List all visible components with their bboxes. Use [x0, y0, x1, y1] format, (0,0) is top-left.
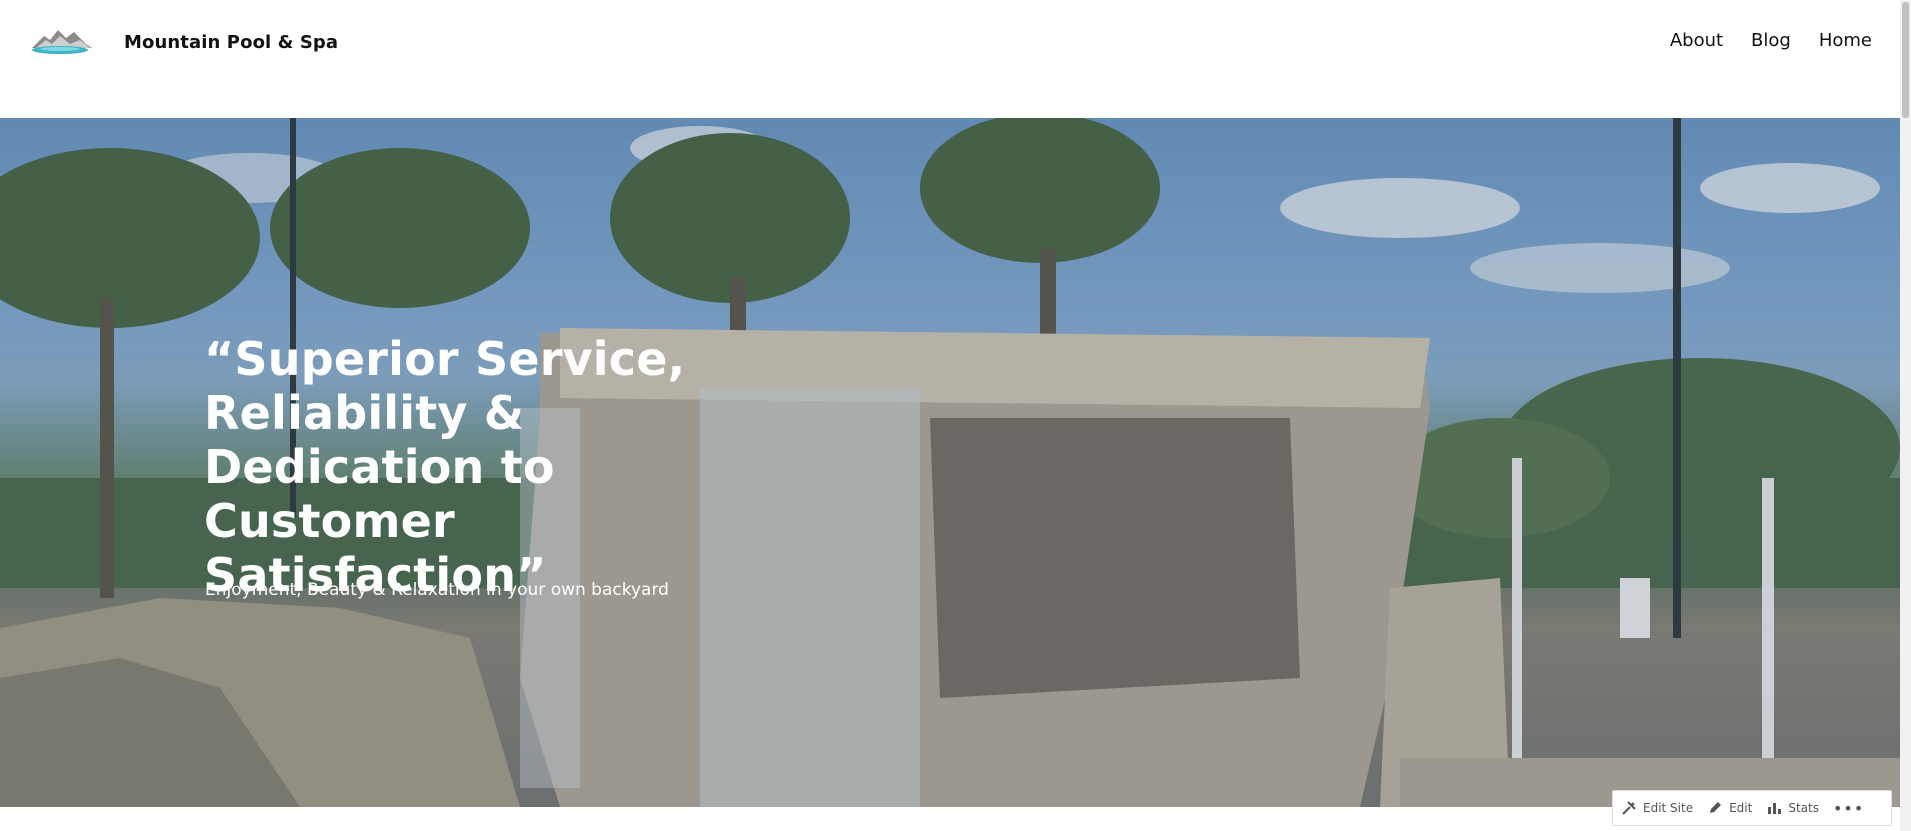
stats-icon — [1768, 803, 1782, 814]
admin-toolbar: Edit Site Edit Stats ••• — [1612, 790, 1892, 826]
hero-subheading: Enjoyment, Beauty & Relaxation in your o… — [205, 580, 669, 600]
page-scrollbar[interactable] — [1900, 0, 1911, 831]
scrollbar-thumb[interactable] — [1902, 2, 1909, 118]
stats-label: Stats — [1788, 801, 1819, 815]
hero-cover: “Superior Service, Reliability & Dedicat… — [0, 118, 1900, 807]
main-nav: About Blog Home — [1670, 30, 1872, 51]
tools-icon — [1622, 801, 1636, 815]
nav-blog[interactable]: Blog — [1751, 30, 1791, 51]
edit-site-label: Edit Site — [1643, 801, 1694, 815]
edit-label: Edit — [1729, 801, 1753, 815]
edit-button[interactable]: Edit — [1707, 800, 1752, 816]
site-header: Mountain Pool & Spa About Blog Home — [0, 0, 1900, 118]
site-title[interactable]: Mountain Pool & Spa — [124, 32, 338, 53]
more-icon[interactable]: ••• — [1833, 799, 1864, 818]
nav-about[interactable]: About — [1670, 30, 1723, 51]
pencil-icon — [1710, 802, 1722, 813]
nav-home[interactable]: Home — [1819, 30, 1872, 51]
stats-button[interactable]: Stats — [1766, 800, 1819, 816]
hero-heading: “Superior Service, Reliability & Dedicat… — [204, 332, 686, 602]
logo-icon[interactable] — [30, 26, 94, 56]
edit-site-button[interactable]: Edit Site — [1621, 800, 1693, 816]
